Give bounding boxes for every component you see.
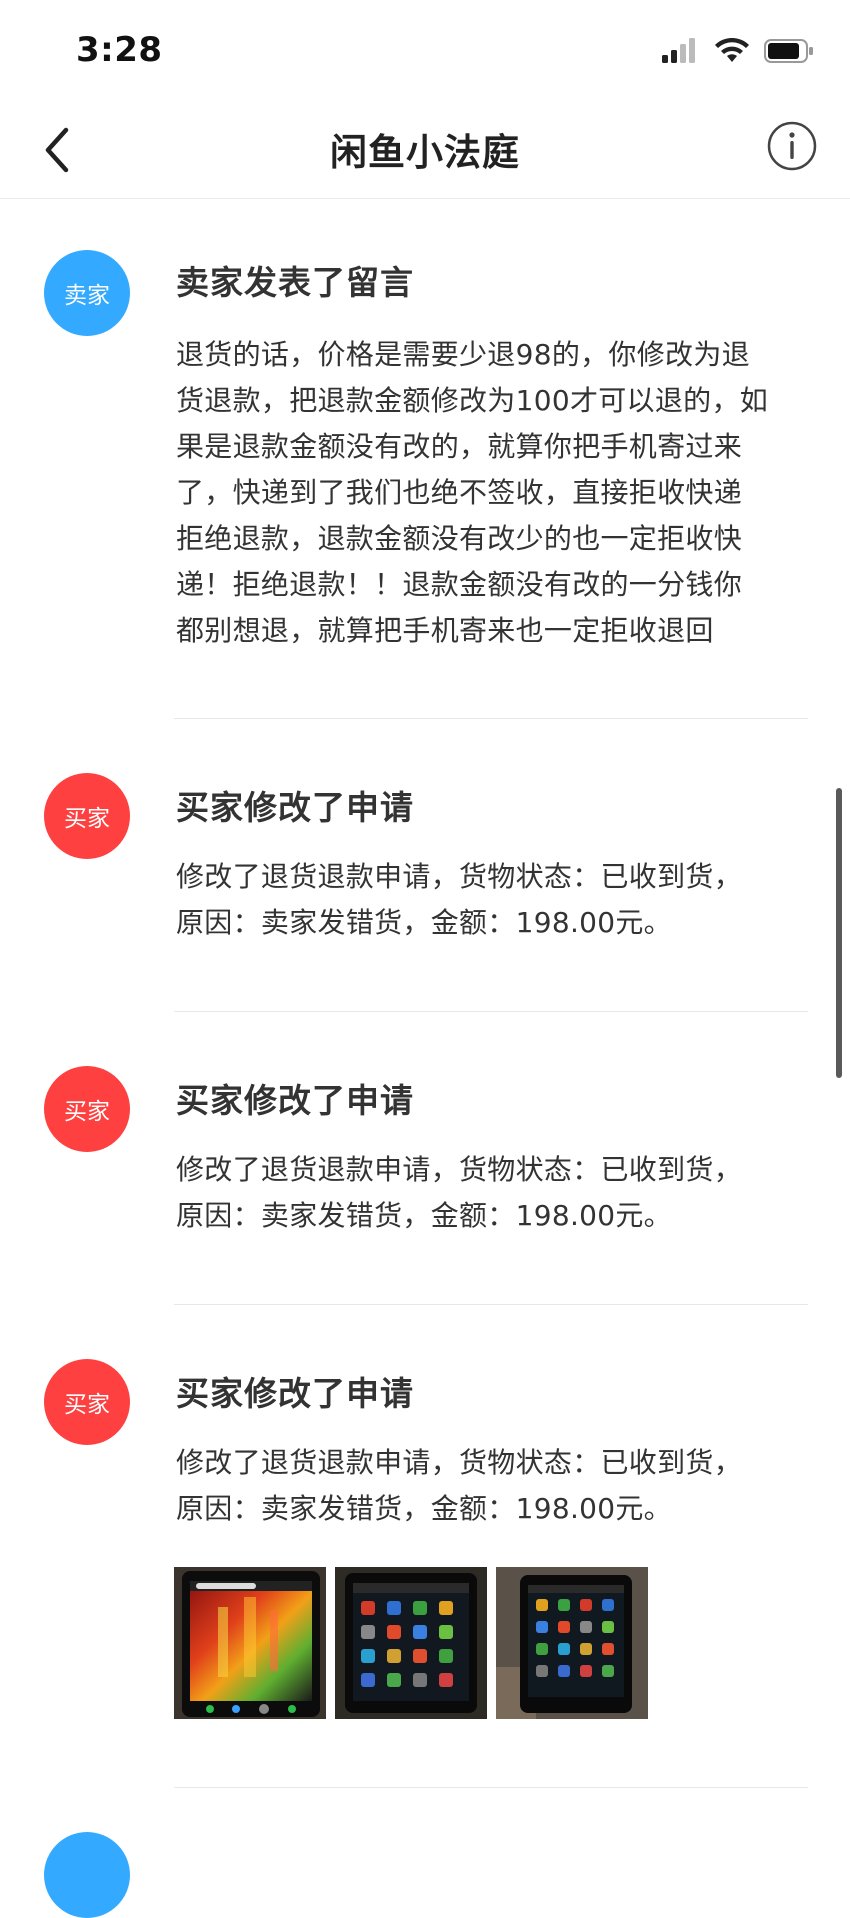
entry-body: 修改了退货退款申请，货物状态：已收到货， 原因：卖家发错货，金额：198.00元… [176, 1440, 811, 1532]
seller-avatar: 卖家 [44, 250, 130, 336]
battery-icon [764, 39, 813, 63]
entry-title: 买家修改了申请 [176, 1374, 414, 1413]
info-button[interactable] [766, 120, 818, 172]
buyer-avatar: 买家 [44, 773, 130, 859]
entry-body: 修改了退货退款申请，货物状态：已收到货， 原因：卖家发错货，金额：198.00元… [176, 854, 811, 946]
body-line: 原因：卖家发错货，金额：198.00元。 [176, 1199, 672, 1232]
body-line: 都别想退，就算把手机寄来也一定拒收退回 [176, 614, 714, 647]
body-line: 修改了退货退款申请，货物状态：已收到货， [176, 1153, 743, 1186]
buyer-avatar: 买家 [44, 1066, 130, 1152]
entry-body: 退货的话，价格是需要少退98的，你修改为退 货退款，把退款金额修改为100才可以… [176, 332, 811, 654]
body-line: 原因：卖家发错货，金额：198.00元。 [176, 906, 672, 939]
phone-app-grid-photo[interactable] [496, 1567, 648, 1719]
body-line: 修改了退货退款申请，货物状态：已收到货， [176, 860, 743, 893]
cellular-signal-icon [662, 38, 695, 63]
nav-bar: 闲鱼小法庭 [0, 100, 850, 199]
body-line: 退货的话，价格是需要少退98的，你修改为退 [176, 338, 750, 371]
info-icon [767, 121, 817, 171]
status-bar: 3:28 [0, 0, 850, 100]
body-line: 果是退款金额没有改的，就算你把手机寄过来 [176, 430, 743, 463]
photo-gallery [174, 1567, 648, 1719]
seller-avatar-partial [44, 1832, 130, 1918]
buyer-avatar: 买家 [44, 1359, 130, 1445]
body-line: 拒绝退款，退款金额没有改少的也一定拒收快 [176, 522, 743, 555]
body-line: 修改了退货退款申请，货物状态：已收到货， [176, 1446, 743, 1479]
body-line: 了，快递到了我们也绝不签收，直接拒收快递 [176, 476, 743, 509]
status-icons [662, 38, 814, 64]
divider [174, 1011, 808, 1012]
entry-title: 买家修改了申请 [176, 788, 414, 827]
scroll-indicator[interactable] [836, 788, 842, 1078]
phone-wallpaper-photo[interactable] [174, 1567, 326, 1719]
entry-title: 卖家发表了留言 [176, 263, 414, 302]
wifi-icon [715, 38, 749, 62]
status-time: 3:28 [76, 30, 163, 70]
body-line: 原因：卖家发错货，金额：198.00元。 [176, 1492, 672, 1525]
divider [174, 1304, 808, 1305]
body-line: 货退款，把退款金额修改为100才可以退的，如 [176, 384, 769, 417]
body-line: 递！拒绝退款！！退款金额没有改的一分钱你 [176, 568, 743, 601]
divider [174, 718, 808, 719]
divider [174, 1787, 808, 1788]
phone-app-grid-photo[interactable] [335, 1567, 487, 1719]
page-title: 闲鱼小法庭 [330, 131, 520, 174]
entry-title: 买家修改了申请 [176, 1081, 414, 1120]
entry-body: 修改了退货退款申请，货物状态：已收到货， 原因：卖家发错货，金额：198.00元… [176, 1147, 811, 1239]
